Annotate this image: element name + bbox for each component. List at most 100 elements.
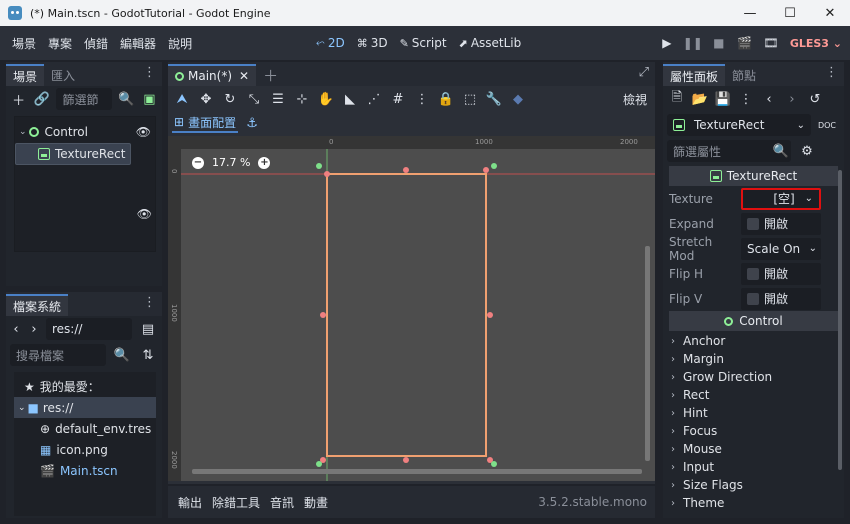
group-input[interactable]: › Input: [663, 458, 844, 476]
bottom-output-button[interactable]: 輸出: [178, 494, 202, 511]
close-window-button[interactable]: ✕: [810, 0, 850, 26]
mode-script-button[interactable]: ✎ Script: [400, 36, 447, 50]
list-select-icon[interactable]: ☰: [268, 89, 288, 109]
bottom-audio-button[interactable]: 音訊: [270, 494, 294, 511]
resource-menu-icon[interactable]: ⋮: [736, 89, 756, 109]
tree-node-texturerect[interactable]: TextureRect: [15, 143, 131, 165]
keyframe-icon[interactable]: ◆: [508, 89, 528, 109]
file-main-tscn[interactable]: 🎬 Main.tscn: [14, 460, 156, 481]
move-tool-icon[interactable]: ✥: [196, 89, 216, 109]
skeleton-icon[interactable]: 🔧: [484, 89, 504, 109]
grid-snap-icon[interactable]: #: [388, 89, 408, 109]
pause-icon[interactable]: ❚❚: [680, 36, 706, 50]
link-icon[interactable]: 🔗: [33, 89, 50, 109]
lock-icon[interactable]: 🔒: [436, 89, 456, 109]
tab-filesystem[interactable]: 檔案系統: [6, 294, 69, 316]
group-size-flags[interactable]: › Size Flags: [663, 476, 844, 494]
history-forward-icon[interactable]: ›: [782, 89, 802, 109]
back-icon[interactable]: ‹: [10, 319, 22, 339]
doc-icon[interactable]: DOC: [817, 115, 837, 135]
mode-3d-button[interactable]: ⌘ 3D: [357, 36, 388, 50]
flip-v-checkbox[interactable]: 開啟: [741, 287, 821, 310]
file-search-input[interactable]: 搜尋檔案: [10, 344, 106, 366]
save-resource-icon[interactable]: 💾: [713, 89, 733, 109]
group-grow-direction[interactable]: › Grow Direction: [663, 368, 844, 386]
smart-snap-icon[interactable]: ⋰: [364, 89, 384, 109]
menu-project[interactable]: 專案: [42, 35, 78, 52]
bottom-animation-button[interactable]: 動畫: [304, 494, 328, 511]
zoom-level[interactable]: 17.7 %: [212, 156, 250, 169]
file-icon-png[interactable]: ▦ icon.png: [14, 439, 156, 460]
tree-node-control[interactable]: ⌄ Control 👁: [15, 121, 155, 143]
group-hint[interactable]: › Hint: [663, 404, 844, 422]
texture-value-field[interactable]: [空] ⌄: [741, 187, 821, 210]
group-margin[interactable]: › Margin: [663, 350, 844, 368]
menu-help[interactable]: 說明: [162, 35, 198, 52]
distraction-free-icon[interactable]: ⤢: [639, 65, 649, 80]
collapse-icon[interactable]: ⌄: [19, 127, 27, 137]
group-mouse[interactable]: › Mouse: [663, 440, 844, 458]
expand-checkbox[interactable]: 開啟: [741, 212, 821, 235]
property-settings-icon[interactable]: ⚙: [797, 141, 817, 161]
select-tool-icon[interactable]: ⮝: [172, 89, 192, 109]
group-anchor[interactable]: › Anchor: [663, 332, 844, 350]
canvas-viewport[interactable]: 0 1000 2000 0 1000 2000 − 17.7 % +: [168, 136, 655, 481]
play-scene-icon[interactable]: 🎬: [732, 36, 758, 50]
open-resource-icon[interactable]: 📂: [690, 89, 710, 109]
group-rect[interactable]: › Rect: [663, 386, 844, 404]
favorites-item[interactable]: ★ 我的最愛：: [14, 376, 156, 397]
anchor-icon[interactable]: ⚓: [242, 113, 262, 133]
pan-tool-icon[interactable]: ✋: [316, 89, 336, 109]
flip-h-checkbox[interactable]: 開啟: [741, 262, 821, 285]
maximize-button[interactable]: ☐: [770, 0, 810, 26]
ruler-tool-icon[interactable]: ◣: [340, 89, 360, 109]
group-icon[interactable]: ⬚: [460, 89, 480, 109]
stop-icon[interactable]: ■: [706, 36, 732, 50]
group-theme[interactable]: › Theme: [663, 494, 844, 512]
pivot-tool-icon[interactable]: ⊹: [292, 89, 312, 109]
tab-import[interactable]: 匯入: [44, 64, 82, 86]
zoom-out-icon[interactable]: −: [192, 156, 204, 169]
visibility-eye-icon[interactable]: 👁: [136, 125, 151, 139]
bottom-debugger-button[interactable]: 除錯工具: [212, 494, 260, 511]
menu-scene[interactable]: 場景: [6, 35, 42, 52]
tab-node[interactable]: 節點: [725, 64, 763, 86]
tab-inspector[interactable]: 屬性面板: [663, 64, 726, 86]
dock-menu-icon[interactable]: ⋮: [143, 65, 156, 80]
section-texturerect[interactable]: TextureRect: [669, 166, 838, 186]
file-default-env[interactable]: ⊕ default_env.tres: [14, 418, 156, 439]
zoom-in-icon[interactable]: +: [258, 156, 271, 169]
inspector-scrollbar[interactable]: [838, 170, 842, 470]
new-resource-icon[interactable]: 🗎: [667, 89, 687, 109]
group-focus[interactable]: › Focus: [663, 422, 844, 440]
dock-menu-icon[interactable]: ⋮: [143, 295, 156, 310]
sort-icon[interactable]: ⇅: [138, 345, 158, 365]
scene-filter-input[interactable]: 篩選節: [56, 88, 112, 110]
collapse-icon[interactable]: ⌄: [18, 403, 26, 413]
mode-assetlib-button[interactable]: ⬈ AssetLib: [459, 36, 522, 50]
snap-menu-icon[interactable]: ⋮: [412, 89, 432, 109]
minimize-button[interactable]: —: [730, 0, 770, 26]
renderer-select[interactable]: GLES3 ⌄: [784, 37, 850, 50]
play-icon[interactable]: ▶: [654, 36, 680, 50]
add-node-icon[interactable]: ＋: [10, 89, 27, 109]
tab-main-scene[interactable]: Main(*) ✕: [168, 64, 257, 86]
view-menu[interactable]: 檢視: [623, 91, 647, 108]
layout-menu[interactable]: ⊞ 畫面配置: [172, 114, 239, 133]
path-input[interactable]: res://: [46, 318, 132, 340]
dock-menu-icon[interactable]: ⋮: [825, 65, 838, 80]
play-custom-scene-icon[interactable]: 🎞: [758, 36, 784, 50]
tab-scene[interactable]: 場景: [6, 64, 45, 86]
stretch-mode-select[interactable]: Scale On ⌄: [741, 237, 821, 260]
menu-editor[interactable]: 編輯器: [114, 35, 162, 52]
menu-debug[interactable]: 偵錯: [78, 35, 114, 52]
scale-tool-icon[interactable]: ⤡: [244, 89, 264, 109]
forward-icon[interactable]: ›: [28, 319, 40, 339]
new-scene-tab-button[interactable]: ＋: [256, 64, 285, 86]
rotate-tool-icon[interactable]: ↻: [220, 89, 240, 109]
visibility-eye-icon[interactable]: 👁: [137, 207, 152, 221]
script-add-icon[interactable]: ▣: [141, 89, 158, 109]
split-view-icon[interactable]: ▤: [138, 319, 158, 339]
node-selector[interactable]: TextureRect ⌄: [667, 114, 811, 136]
close-tab-icon[interactable]: ✕: [239, 69, 249, 83]
